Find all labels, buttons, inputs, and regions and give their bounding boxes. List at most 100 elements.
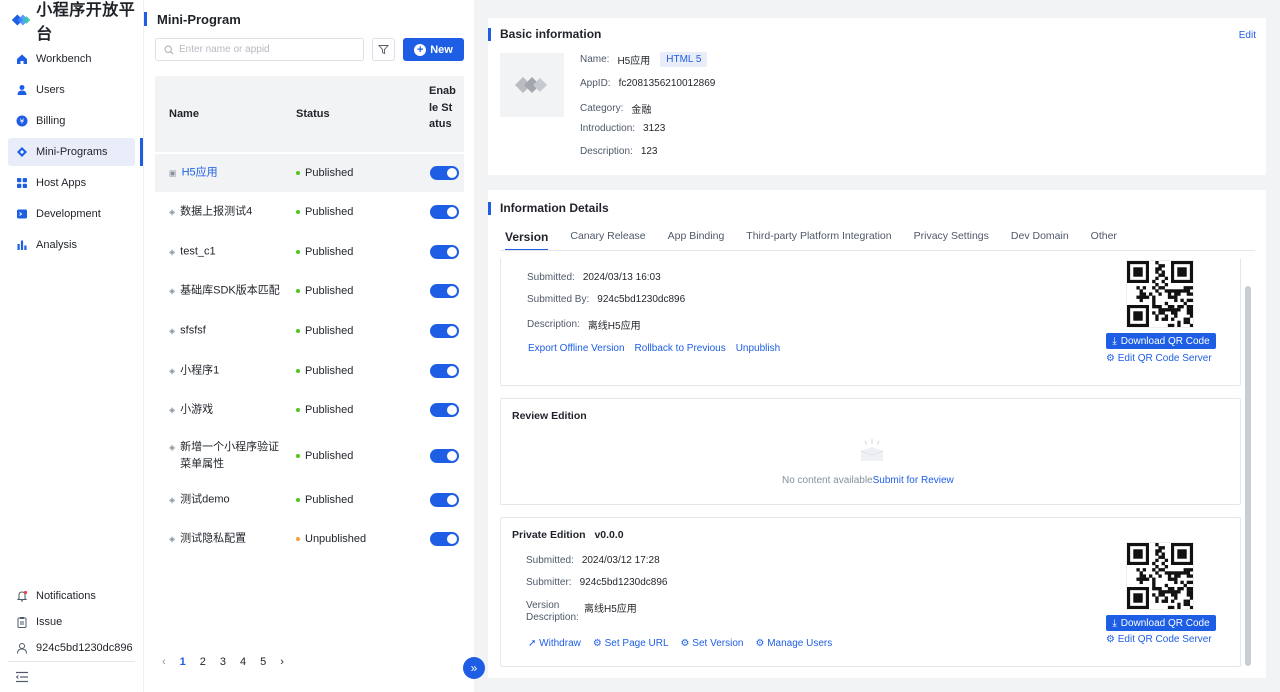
tab-privacy-settings[interactable]: Privacy Settings: [914, 230, 989, 244]
export-offline-link[interactable]: Export Offline Version: [528, 343, 625, 354]
enable-toggle[interactable]: [430, 532, 459, 546]
enable-toggle[interactable]: [430, 324, 459, 338]
enable-toggle[interactable]: [430, 284, 459, 298]
basic-info-card: Basic information Edit Name: H5应用 HTML 5…: [488, 18, 1266, 175]
status-dot: [296, 537, 300, 541]
enable-toggle[interactable]: [430, 493, 459, 507]
set-page-url-link[interactable]: ⚙ Set Page URL: [593, 638, 669, 649]
enable-toggle[interactable]: [430, 364, 459, 378]
row-name[interactable]: ◈ 测试demo: [169, 492, 287, 509]
row-name[interactable]: ◈ 新增一个小程序验证菜单属性: [169, 439, 287, 473]
submitted-by-label: Submitted By:: [527, 294, 590, 305]
edit-link[interactable]: Edit: [1239, 30, 1256, 41]
manage-users-link[interactable]: ⚙ Manage Users: [755, 638, 832, 649]
header-status: Status: [296, 108, 330, 120]
row-name[interactable]: ◈ 测试隐私配置: [169, 531, 287, 548]
table-row[interactable]: ◈ 测试demo Published: [155, 481, 464, 519]
set-version-link[interactable]: ⚙ Set Version: [681, 638, 744, 649]
download-qr-button[interactable]: ⤓ Download QR Code: [1106, 333, 1216, 349]
nav-development[interactable]: Development: [8, 200, 135, 228]
table-row[interactable]: ▣ H5应用 Published: [155, 154, 464, 192]
category-value: 金融: [631, 105, 652, 116]
search-icon: [164, 44, 174, 54]
tab-app-binding[interactable]: App Binding: [668, 230, 725, 244]
row-status-text: Published: [305, 285, 354, 297]
tab-version[interactable]: Version: [505, 230, 549, 251]
nav-workbench[interactable]: Workbench: [8, 45, 135, 73]
table-row[interactable]: ◈ sfsfsf Published: [155, 312, 464, 350]
row-name[interactable]: ◈ 数据上报测试4: [169, 204, 287, 221]
search-box[interactable]: [155, 38, 364, 61]
page-button[interactable]: 2: [200, 656, 206, 668]
edit-qr-server-link[interactable]: ⚙ Edit QR Code Server: [1106, 634, 1212, 645]
app-type-icon: ◈: [169, 286, 176, 296]
expand-panel-button[interactable]: »: [463, 657, 485, 679]
app-thumbnail: [500, 53, 564, 117]
app-type-icon: ◈: [169, 405, 176, 415]
description-value: 离线H5应用: [587, 321, 641, 332]
enable-toggle[interactable]: [430, 403, 459, 417]
tab-third-party[interactable]: Third-party Platform Integration: [746, 230, 891, 244]
page-button[interactable]: 1: [180, 656, 186, 668]
table-row[interactable]: ◈ test_c1 Published: [155, 233, 464, 271]
enable-toggle[interactable]: [430, 205, 459, 219]
download-qr-button[interactable]: ⤓ Download QR Code: [1106, 615, 1216, 631]
row-name[interactable]: ◈ test_c1: [169, 244, 287, 261]
enable-toggle[interactable]: [430, 166, 459, 180]
tab-other[interactable]: Other: [1091, 230, 1117, 244]
next-page-button[interactable]: ›: [280, 656, 284, 668]
tab-canary-release[interactable]: Canary Release: [570, 230, 645, 244]
row-name[interactable]: ◈ sfsfsf: [169, 323, 287, 340]
table-row[interactable]: ◈ 小程序1 Published: [155, 352, 464, 390]
table-row[interactable]: ◈ 数据上报测试4 Published: [155, 193, 464, 231]
collapse-sidebar-button[interactable]: [8, 661, 135, 686]
status-dot: [296, 454, 300, 458]
nav-host-apps[interactable]: Host Apps: [8, 169, 135, 197]
prev-page-button[interactable]: ‹: [162, 656, 166, 668]
withdraw-link[interactable]: ➚ Withdraw: [528, 638, 581, 649]
page-button[interactable]: 3: [220, 656, 226, 668]
table-row[interactable]: ◈ 基础库SDK版本匹配 Published: [155, 272, 464, 310]
submit-review-link[interactable]: Submit for Review: [873, 475, 954, 486]
nav-mini-programs[interactable]: Mini-Programs: [8, 138, 143, 166]
table-row[interactable]: ◈ 小游戏 Published: [155, 391, 464, 429]
tab-dev-domain[interactable]: Dev Domain: [1011, 230, 1069, 244]
nav-issue[interactable]: Issue: [8, 610, 135, 634]
desc-value: 123: [640, 146, 658, 157]
row-name[interactable]: ◈ 小游戏: [169, 402, 287, 419]
logo[interactable]: 小程序开放平台: [0, 0, 143, 43]
app-type-icon: ◈: [169, 207, 176, 217]
desc-label: Description:: [580, 146, 633, 157]
enable-toggle[interactable]: [430, 449, 459, 463]
nav-account[interactable]: 924c5bd1230dc896: [8, 636, 135, 660]
table-row[interactable]: ◈ 新增一个小程序验证菜单属性 Published: [155, 433, 464, 479]
unpublish-link[interactable]: Unpublish: [736, 343, 780, 354]
scrollbar[interactable]: [1245, 286, 1251, 666]
row-name[interactable]: ◈ 小程序1: [169, 363, 287, 380]
row-status-text: Unpublished: [305, 533, 367, 545]
table-row[interactable]: ◈ 测试隐私配置 Unpublished: [155, 520, 464, 558]
page-button[interactable]: 4: [240, 656, 246, 668]
search-input[interactable]: [179, 44, 349, 55]
new-button[interactable]: + New: [403, 38, 464, 61]
submitted-label: Submitted:: [527, 272, 575, 283]
category-label: Category:: [580, 103, 624, 114]
submitted-by-value: 924c5bd1230dc896: [597, 294, 686, 305]
nav-analysis[interactable]: Analysis: [8, 231, 135, 259]
review-empty-state: No content availableSubmit for Review: [782, 475, 954, 486]
set-page-url-label: Set Page URL: [604, 638, 669, 649]
sidebar: 小程序开放平台 Workbench Users ¥ Billing Mini-P…: [0, 0, 143, 692]
rollback-link[interactable]: Rollback to Previous: [635, 343, 726, 354]
qr-code: [1126, 260, 1194, 328]
nav-billing[interactable]: ¥ Billing: [8, 107, 135, 135]
row-name[interactable]: ◈ 基础库SDK版本匹配: [169, 283, 287, 300]
sidebar-bottom: Notifications Issue 924c5bd1230dc896: [0, 582, 143, 662]
row-status: Published: [296, 494, 353, 506]
filter-button[interactable]: [372, 38, 395, 61]
edit-qr-server-link[interactable]: ⚙ Edit QR Code Server: [1106, 353, 1212, 364]
enable-toggle[interactable]: [430, 245, 459, 259]
nav-users[interactable]: Users: [8, 76, 135, 104]
nav-notifications[interactable]: Notifications: [8, 584, 135, 608]
row-name[interactable]: ▣ H5应用: [169, 165, 287, 182]
page-button[interactable]: 5: [260, 656, 266, 668]
